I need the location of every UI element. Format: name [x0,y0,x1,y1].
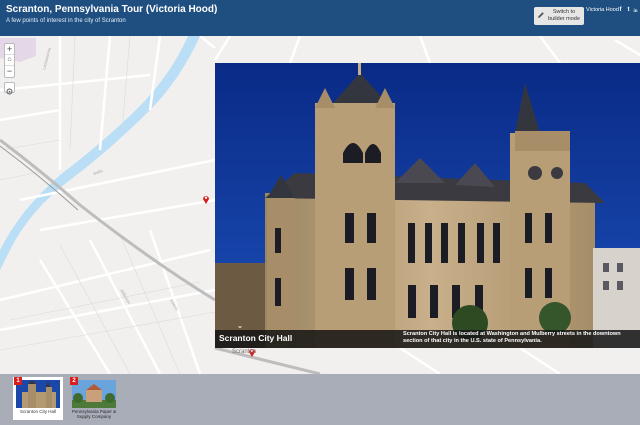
author-name: Victoria Hood [586,7,619,13]
city-hall-photo [215,63,640,348]
home-button[interactable]: ⌂ [5,55,14,66]
carousel-item-number: 2 [70,377,78,385]
zoom-in-button[interactable]: + [5,44,14,55]
carousel-item-number: 1 [14,377,22,385]
pencil-icon [538,12,544,18]
switch-to-builder-label: Switch to builder mode [548,9,580,22]
link-icon[interactable]: in [632,7,639,14]
app-subtitle: A few points of interest in the city of … [6,18,126,24]
collapse-caption-icon[interactable]: ⌄ [234,321,246,330]
zoom-out-button[interactable]: − [5,66,14,77]
app-header: Scranton, Pennsylvania Tour (Victoria Ho… [0,0,640,36]
carousel-item-paper-supply-company[interactable]: 2 Pennsylvania Paper & Supply Company [69,377,119,420]
map-place-label: Scranton [232,349,257,355]
switch-to-builder-button[interactable]: Switch to builder mode [534,7,584,25]
feature-name: Scranton City Hall [219,333,293,343]
app-title: Scranton, Pennsylvania Tour (Victoria Ho… [6,4,218,15]
carousel-item-scranton-city-hall[interactable]: 1 Scranton City Hall [13,377,63,420]
carousel-item-label: Pennsylvania Paper & Supply Company [71,409,117,419]
facebook-icon[interactable]: f [617,7,624,14]
zoom-controls: + ⌂ − [4,43,15,78]
twitter-icon[interactable]: t [625,7,632,14]
thumbnail-image [72,380,116,408]
carousel-item-label: Scranton City Hall [19,409,56,414]
locate-icon [6,88,13,95]
thumbnail-image [16,380,60,408]
locate-button[interactable] [4,82,15,95]
feature-image-panel [215,63,640,348]
feature-description: Scranton City Hall is located at Washing… [403,331,621,344]
map-marker-pin-icon[interactable] [202,194,210,204]
